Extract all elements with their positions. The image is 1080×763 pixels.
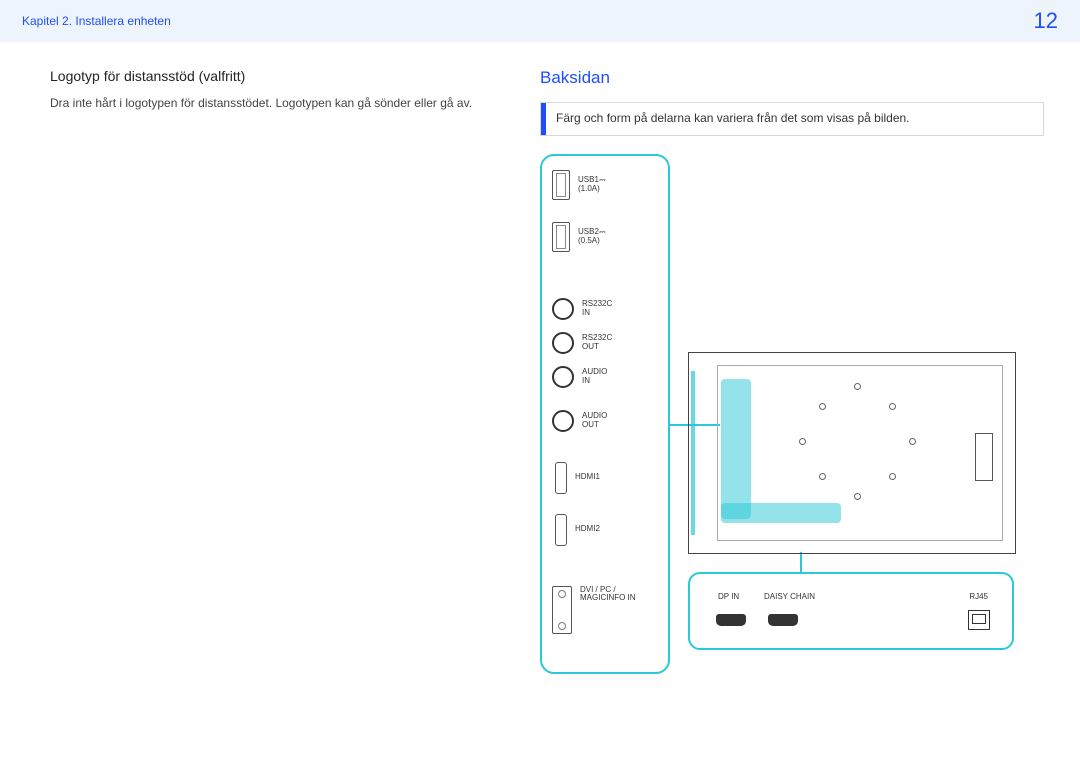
vesa-hole-icon bbox=[854, 383, 861, 390]
left-column: Logotyp för distansstöd (valfritt) Dra i… bbox=[50, 68, 540, 684]
usb-port-icon bbox=[552, 170, 570, 200]
hdmi-icon bbox=[555, 462, 567, 494]
hdmi-icon bbox=[555, 514, 567, 546]
jack-icon bbox=[552, 298, 574, 320]
vesa-hole-icon bbox=[854, 493, 861, 500]
displayport-icon bbox=[768, 614, 798, 626]
displayport-icon bbox=[716, 614, 746, 626]
vesa-hole-icon bbox=[909, 438, 916, 445]
jack-icon bbox=[552, 332, 574, 354]
usb-symbol-icon: ⎓ bbox=[599, 227, 605, 236]
page-header: Kapitel 2. Installera enheten 12 bbox=[0, 0, 1080, 42]
port-rs232c-in: RS232C IN bbox=[552, 298, 660, 320]
port-label: AUDIO IN bbox=[582, 368, 607, 386]
port-label-usb2: USB2 ⎓ (0.5A) bbox=[578, 228, 606, 246]
port-audio-in: AUDIO IN bbox=[552, 366, 660, 388]
connector-line bbox=[800, 552, 802, 574]
chapter-title: Kapitel 2. Installera enheten bbox=[22, 14, 171, 28]
port-highlight-vertical bbox=[721, 379, 751, 519]
left-body-text: Dra inte hårt i logotypen för distansstö… bbox=[50, 94, 520, 112]
page-content: Logotyp för distansstöd (valfritt) Dra i… bbox=[0, 42, 1080, 684]
port-label-usb1: USB1 ⎓ (1.0A) bbox=[578, 176, 606, 194]
usb-port-icon bbox=[552, 222, 570, 252]
port-hdmi2: HDMI2 bbox=[552, 514, 660, 546]
bottom-port-panel: DP IN DAISY CHAIN RJ45 bbox=[688, 572, 1014, 650]
page-number: 12 bbox=[1034, 8, 1058, 34]
jack-icon bbox=[552, 410, 574, 432]
note-box: Färg och form på delarna kan variera frå… bbox=[540, 102, 1044, 136]
port-highlight-horizontal bbox=[721, 503, 841, 523]
port-label: HDMI2 bbox=[575, 525, 600, 534]
jack-icon bbox=[552, 366, 574, 388]
port-dvi: DVI / PC / MAGICINFO IN bbox=[552, 586, 660, 634]
vesa-hole-icon bbox=[799, 438, 806, 445]
vesa-hole-icon bbox=[889, 403, 896, 410]
port-label-rj45: RJ45 bbox=[969, 592, 988, 601]
port-label: RS232C OUT bbox=[582, 334, 612, 352]
right-column: Baksidan Färg och form på delarna kan va… bbox=[540, 68, 1044, 684]
note-text: Färg och form på delarna kan variera frå… bbox=[546, 103, 920, 135]
port-hdmi1: HDMI1 bbox=[552, 462, 660, 494]
port-usb1: USB1 ⎓ (1.0A) bbox=[552, 170, 660, 200]
port-label: HDMI1 bbox=[575, 473, 600, 482]
port-rs232c-out: RS232C OUT bbox=[552, 332, 660, 354]
side-port-panel: USB1 ⎓ (1.0A) USB2 ⎓ (0.5A) RS232C IN bbox=[540, 154, 670, 674]
port-label-daisy: DAISY CHAIN bbox=[764, 592, 815, 601]
vesa-hole-icon bbox=[819, 403, 826, 410]
rj45-icon bbox=[968, 610, 990, 630]
rear-diagram: USB1 ⎓ (1.0A) USB2 ⎓ (0.5A) RS232C IN bbox=[540, 154, 1020, 684]
port-usb2: USB2 ⎓ (0.5A) bbox=[552, 222, 660, 252]
vesa-hole-icon bbox=[819, 473, 826, 480]
rear-chassis-view bbox=[688, 352, 1016, 554]
port-label: RS232C IN bbox=[582, 300, 612, 318]
port-label: DVI / PC / MAGICINFO IN bbox=[580, 586, 636, 604]
left-heading: Logotyp för distansstöd (valfritt) bbox=[50, 68, 520, 84]
dvi-icon bbox=[552, 586, 572, 634]
vesa-hole-icon bbox=[889, 473, 896, 480]
port-label: AUDIO OUT bbox=[582, 412, 607, 430]
side-slot-highlight bbox=[691, 371, 711, 535]
port-label-dpin: DP IN bbox=[718, 592, 739, 601]
power-inlet-icon bbox=[975, 433, 993, 481]
port-audio-out: AUDIO OUT bbox=[552, 410, 660, 432]
right-heading: Baksidan bbox=[540, 68, 1044, 88]
usb-symbol-icon: ⎓ bbox=[599, 175, 605, 184]
